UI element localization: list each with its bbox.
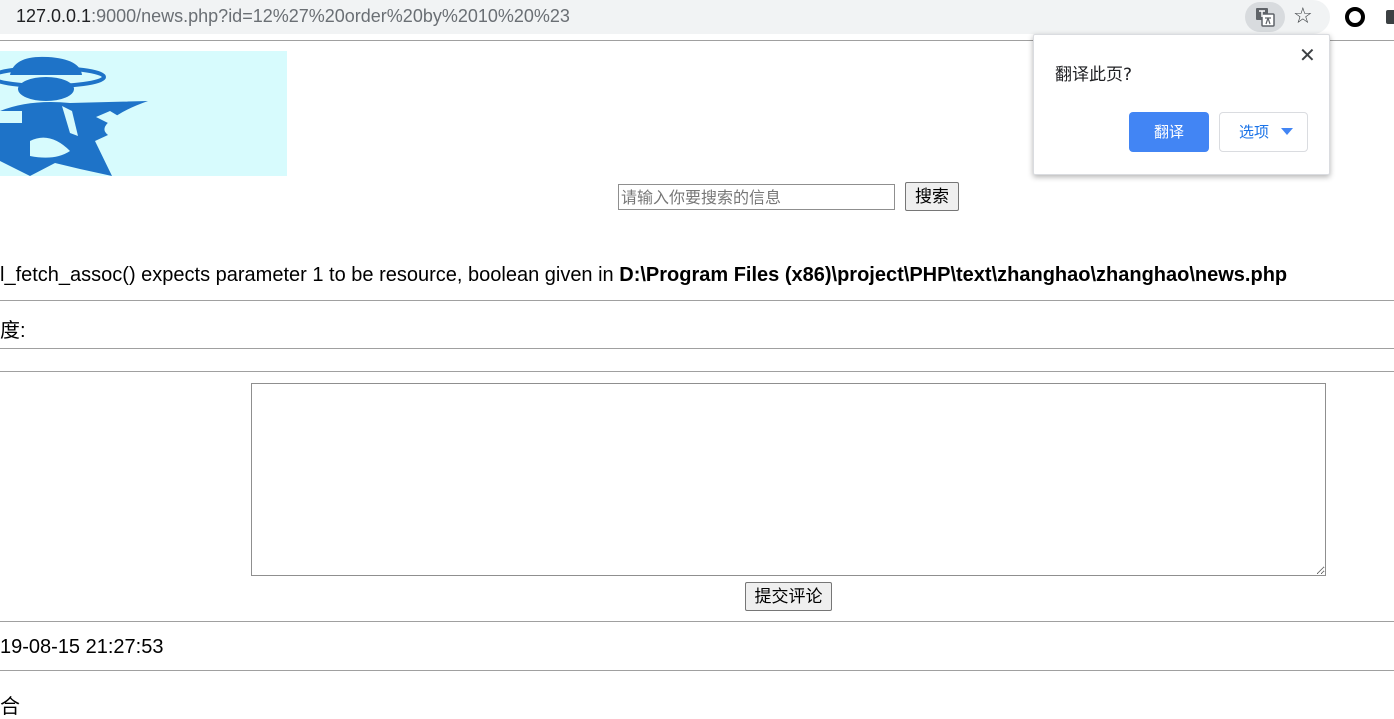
translate-button[interactable]: [1245, 2, 1285, 32]
degree-label: 度:: [0, 320, 26, 342]
translate-page-button[interactable]: 翻译: [1129, 112, 1209, 152]
search-input[interactable]: [618, 184, 895, 210]
warning-path: D:\Program Files (x86)\project\PHP\text\…: [619, 264, 1288, 286]
divider: [0, 300, 1394, 301]
options-label: 选项: [1239, 123, 1270, 141]
divider: [0, 371, 1394, 372]
translate-options-button[interactable]: 选项: [1219, 112, 1308, 152]
star-icon[interactable]: ☆: [1293, 4, 1313, 30]
translate-icon: [1256, 8, 1275, 27]
site-logo: [0, 51, 287, 176]
browser-toolbar: 127.0.0.1:9000/news.php?id=12%27%20order…: [0, 0, 1394, 34]
php-warning: l_fetch_assoc() expects parameter 1 to b…: [0, 264, 1287, 287]
dropdown-caret-icon: [1281, 128, 1293, 135]
divider: [0, 348, 1394, 349]
logo-figure: [0, 56, 148, 176]
submit-comment-button[interactable]: 提交评论: [745, 582, 832, 611]
search-button[interactable]: 搜索: [905, 182, 959, 211]
url-text[interactable]: 127.0.0.1:9000/news.php?id=12%27%20order…: [16, 6, 570, 27]
url-host: 127.0.0.1: [16, 6, 92, 26]
extension-icon[interactable]: [1386, 10, 1394, 24]
warning-message: l_fetch_assoc() expects parameter 1 to b…: [0, 264, 620, 286]
address-bar[interactable]: 127.0.0.1:9000/news.php?id=12%27%20order…: [0, 0, 1330, 34]
divider: [0, 670, 1394, 671]
divider: [0, 621, 1394, 622]
popup-title: 翻译此页?: [1055, 65, 1133, 85]
comment-textarea[interactable]: [251, 383, 1326, 576]
url-path: :9000/news.php?id=12%27%20order%20by%201…: [91, 6, 570, 26]
comment-text: 合: [0, 696, 20, 718]
translate-popup: 翻译此页? ✕ 翻译 选项: [1033, 34, 1330, 175]
close-icon[interactable]: ✕: [1299, 44, 1316, 66]
extension-icon[interactable]: [1345, 7, 1365, 27]
comment-timestamp: 19-08-15 21:27:53: [0, 636, 164, 658]
